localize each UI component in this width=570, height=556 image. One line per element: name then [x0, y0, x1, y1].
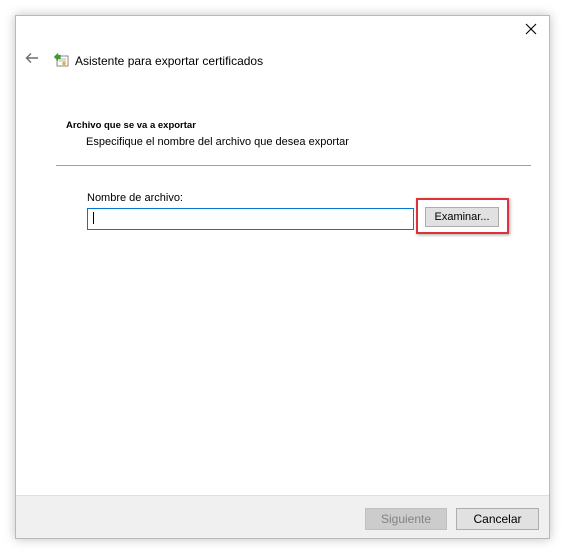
close-icon — [525, 22, 537, 40]
section-description: Especifique el nombre del archivo que de… — [86, 136, 349, 148]
window-title: Asistente para exportar certificados — [75, 54, 264, 68]
certificate-export-icon — [53, 52, 70, 68]
text-caret — [93, 212, 94, 224]
wizard-footer: Siguiente Cancelar — [16, 495, 549, 538]
filename-label: Nombre de archivo: — [87, 192, 183, 204]
browse-button[interactable]: Examinar... — [425, 207, 499, 227]
cancel-button[interactable]: Cancelar — [456, 508, 539, 530]
wizard-window: Asistente para exportar certificados Arc… — [15, 15, 550, 539]
close-button[interactable] — [519, 20, 543, 42]
header-separator — [56, 165, 531, 166]
filename-input[interactable] — [87, 208, 414, 230]
section-heading: Archivo que se va a exportar — [66, 120, 196, 131]
next-button[interactable]: Siguiente — [365, 508, 447, 530]
back-button[interactable] — [24, 52, 40, 68]
screenshot-frame: Asistente para exportar certificados Arc… — [0, 0, 570, 556]
arrow-left-icon — [25, 51, 39, 69]
